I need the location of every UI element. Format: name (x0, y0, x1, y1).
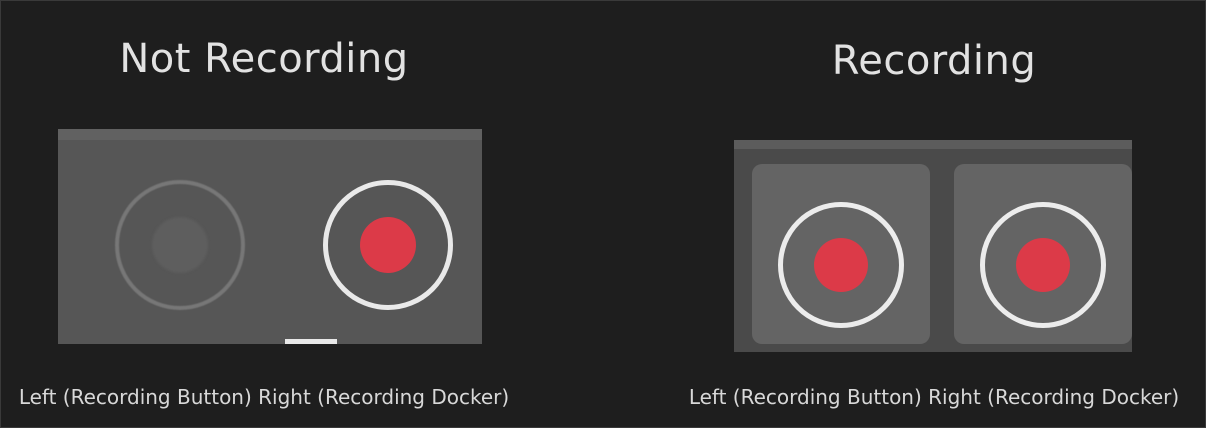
not-recording-caption: Left (Recording Button) Right (Recording… (18, 385, 510, 409)
not-recording-preview (58, 129, 482, 344)
record-icon (360, 217, 416, 273)
not-recording-title: Not Recording (119, 36, 409, 82)
recording-title: Recording (831, 38, 1037, 84)
recording-docker-button-active[interactable] (980, 202, 1106, 328)
record-icon (152, 217, 208, 273)
recording-panel: Recording Left (Recording Button) Right … (666, 0, 1202, 428)
toolbar-strip (734, 140, 1132, 149)
recording-button-disabled[interactable] (115, 180, 245, 310)
recording-button-tile[interactable] (752, 164, 930, 344)
not-recording-panel: Not Recording Left (Recording Button) Ri… (0, 0, 528, 428)
docker-tab-indicator (285, 339, 337, 344)
recording-docker-tile[interactable] (954, 164, 1132, 344)
record-icon (814, 238, 868, 292)
recording-caption: Left (Recording Button) Right (Recording… (688, 385, 1180, 409)
recording-button-active[interactable] (778, 202, 904, 328)
toolbar-strip (58, 129, 482, 140)
record-icon (1016, 238, 1070, 292)
recording-docker-button[interactable] (323, 180, 453, 310)
recording-preview (734, 140, 1132, 352)
